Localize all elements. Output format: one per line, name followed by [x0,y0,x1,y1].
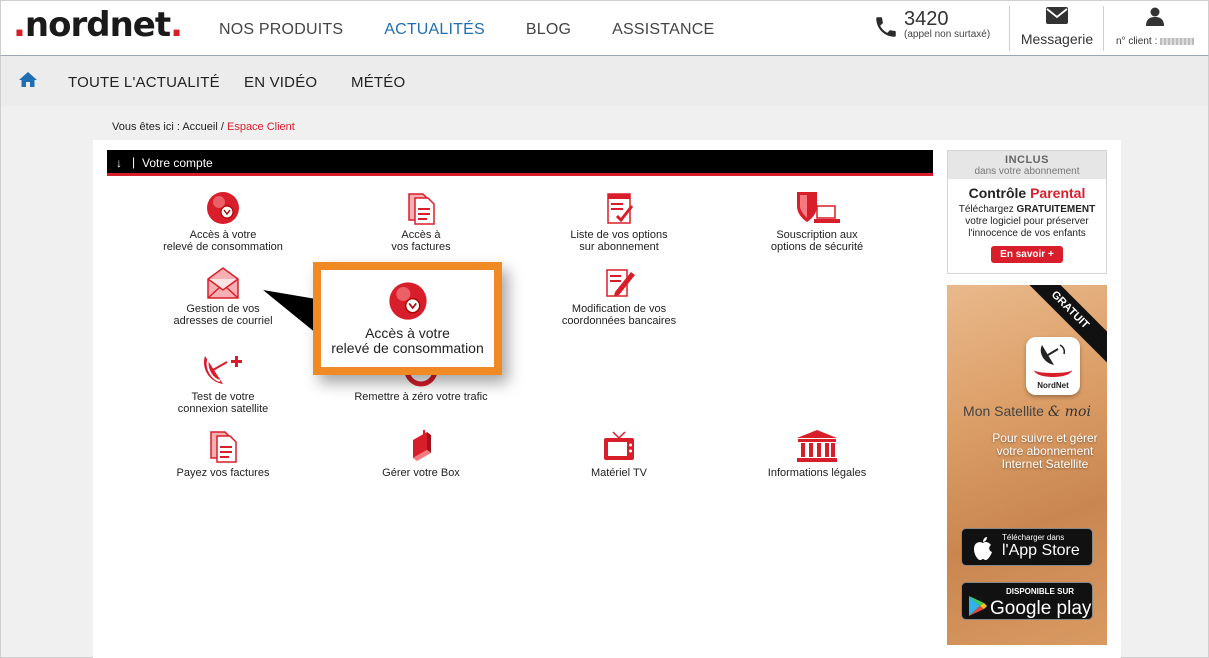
header-divider [1009,6,1010,51]
highlight-popup-releve[interactable]: Accès à votre relevé de consommation [313,262,502,375]
header-divider [1103,6,1104,51]
promo-badge-title: INCLUS [1005,154,1049,166]
tile-label-line1: Liste de vos options [570,229,668,241]
app-store-button[interactable]: Télécharger dans l'App Store [961,528,1093,566]
invoice-icon [210,431,237,463]
parental-control-promo: INCLUS dans votre abonnement Contrôle Pa… [947,150,1107,274]
nav-assistance[interactable]: ASSISTANCE [612,21,714,39]
envelope-icon [1046,7,1068,24]
nav-nos-produits[interactable]: NOS PRODUITS [219,21,343,39]
tile-options-securite[interactable]: Souscription aux options de sécurité [737,190,897,253]
user-icon [1146,7,1164,26]
popup-label-line1: Accès à votre [365,325,450,341]
tile-label-line1: Accès à votre [189,229,257,241]
tile-label-line1: Matériel TV [590,467,648,479]
google-play-icon [969,596,987,616]
title-divider: | [132,155,136,169]
app-brand: NordNet [1037,381,1069,390]
tile-label-line1: Modification de vos [571,303,667,315]
tile-label-line1: Test de votre [191,391,255,403]
tile-label-line2: vos factures [391,241,451,253]
subnav-meteo[interactable]: MÉTÉO [351,74,405,91]
tile-payez-factures[interactable]: Payez vos factures [143,428,303,479]
tile-coordonnees-bancaires[interactable]: Modification de vos coordonnées bancaire… [539,266,699,327]
tile-adresses-courriel[interactable]: Gestion de vos adresses de courriel [143,266,303,327]
home-icon[interactable] [18,71,38,88]
satellite-dish-icon [203,356,242,384]
account-section-title: Votre compte [142,156,213,170]
tile-label-line2: sur abonnement [579,241,659,253]
tile-gerer-box[interactable]: Gérer votre Box [341,428,501,479]
satellite-app-ad[interactable]: GRATUIT NordNet Mon Satellite & moi Pour… [947,285,1107,645]
nav-blog[interactable]: BLOG [526,21,571,39]
tile-label-line1: Souscription aux [776,229,858,241]
tile-informations-legales[interactable]: Informations légales [737,428,897,479]
tv-icon [604,431,634,460]
app-store-big-text: l'App Store [1002,542,1080,559]
breadcrumb: Vous êtes ici : Accueil / Espace Client [112,121,295,133]
tile-label-line1: Payez vos factures [176,467,270,479]
promo-badge-subtitle: dans votre abonnement [974,166,1080,177]
secondary-nav: TOUTE L'ACTUALITÉ EN VIDÉO MÉTÉO [0,56,1209,106]
top-header: .nordnet. NOS PRODUITS ACTUALITÉS BLOG A… [0,0,1209,56]
client-number-masked [1160,37,1195,45]
google-play-big-text: Google play [990,598,1092,619]
en-savoir-plus-button[interactable]: En savoir + [991,246,1063,263]
messagerie-button[interactable]: Messagerie [1012,7,1102,47]
tile-label-line1: Gestion de vos [186,303,260,315]
tile-releve-consommation[interactable]: Accès à votre relevé de consommation [143,190,303,253]
tile-vos-factures[interactable]: Accès à vos factures [341,190,501,253]
account-section-header: ↓ | Votre compte [107,150,933,176]
promo-body: Téléchargez GRATUITEMENT votre logiciel … [958,204,1096,239]
ad-copy: Pour suivre et gérer votre abonnement Inte… [992,431,1098,471]
tile-label-line2: adresses de courriel [173,315,273,327]
app-icon-swoosh [1034,363,1072,377]
app-name: Mon Satellite & moi [963,403,1091,420]
tile-label-line1: Gérer votre Box [382,467,460,479]
tile-label-line2: connexion satellite [177,403,269,415]
meter-icon [207,192,239,224]
apple-icon [974,537,992,560]
google-play-small-text: DISPONIBLE SUR [1006,587,1075,596]
router-icon [413,430,431,461]
shield-computer-icon [797,192,840,223]
client-account[interactable]: n° client : [1105,7,1205,47]
tile-materiel-tv[interactable]: Matériel TV [539,428,699,479]
phone-icon [876,17,896,37]
promo-title: Contrôle Parental [968,185,1086,201]
breadcrumb-current[interactable]: Espace Client [227,121,295,133]
promo-badge: INCLUS dans votre abonnement [948,151,1106,179]
tile-label-line2: options de sécurité [770,241,864,253]
nav-actualites[interactable]: ACTUALITÉS [384,21,485,39]
tile-label-line1: Accès à [401,229,441,241]
client-label: n° client : [1115,36,1158,47]
tile-label-line1: Remettre à zéro votre trafic [354,391,488,403]
documents-icon [408,193,435,225]
courthouse-icon [797,430,837,462]
subnav-en-video[interactable]: EN VIDÉO [244,74,317,91]
phone-number: 3420 [904,8,949,30]
envelope-icon [207,267,239,299]
breadcrumb-separator: / [220,121,224,133]
checklist-icon [607,193,634,224]
edit-icon [606,269,635,297]
app-store-small-text: Télécharger dans [1002,533,1065,542]
nordnet-logo[interactable]: .nordnet. [13,5,183,45]
popup-label-line2: relevé de consommation [331,340,484,356]
arrow-down-icon: ↓ [116,156,122,170]
meter-icon [388,282,427,320]
app-icon: NordNet [1026,337,1080,395]
phone-note: (appel non surtaxé) [904,29,991,40]
subnav-toute-actualite[interactable]: TOUTE L'ACTUALITÉ [68,74,220,91]
google-play-button[interactable]: DISPONIBLE SUR Google play [961,582,1093,620]
tile-label-line1: Informations légales [767,467,867,479]
main-nav: NOS PRODUITS ACTUALITÉS BLOG ASSISTANCE [219,21,755,39]
tile-label-line2: coordonnées bancaires [561,315,677,327]
messagerie-label: Messagerie [1020,31,1094,47]
tile-liste-options[interactable]: Liste de vos options sur abonnement [539,190,699,253]
breadcrumb-home[interactable]: Accueil [182,121,217,133]
tile-connexion-satellite[interactable]: Test de votre connexion satellite [143,352,303,415]
breadcrumb-prefix: Vous êtes ici : [112,121,180,133]
tile-label-line2: relevé de consommation [163,241,283,253]
